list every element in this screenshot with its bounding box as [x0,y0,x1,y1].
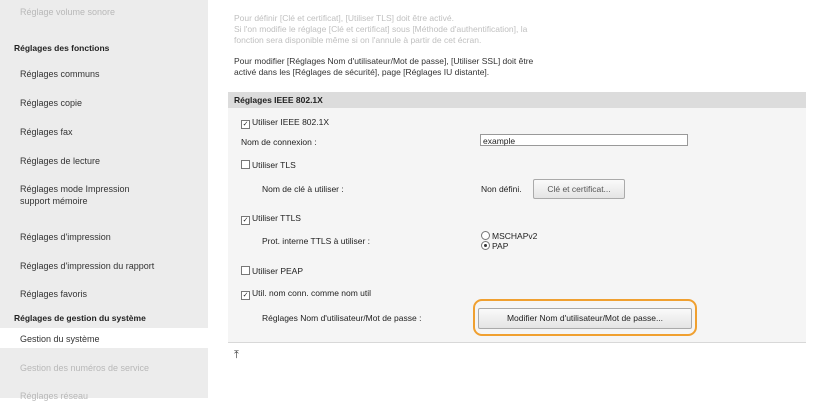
checkbox-checked-icon: ✓ [241,216,250,225]
note-line-2: Si l'on modifie le réglage [Clé et certi… [234,24,528,34]
checkbox-checked-icon: ✓ [241,120,250,129]
sidebar-section-functions: Réglages des fonctions [14,43,110,53]
use-peap-checkbox[interactable]: Utiliser PEAP [241,266,303,276]
sidebar-item-print[interactable]: Réglages d'impression [20,231,111,243]
note-line-1: Pour définir [Clé et certificat], [Utili… [234,13,454,23]
ttls-protocol-label: Prot. interne TTLS à utiliser : [262,236,371,246]
sidebar-item-system-management[interactable]: Gestion du système [20,333,100,345]
sidebar-item-memory-print-line1: Réglages mode Impression [20,184,130,194]
use-ieee-checkbox[interactable]: ✓ Utiliser IEEE 802.1X [241,117,329,129]
checkbox-checked-icon: ✓ [241,291,250,300]
scroll-to-top-icon[interactable]: ⤒ [234,349,239,362]
radio-selected-icon [481,241,490,250]
ttls-option-pap[interactable]: PAP [481,241,508,251]
credentials-label: Réglages Nom d'utilisateur/Mot de passe … [262,313,422,323]
use-tls-checkbox[interactable]: Utiliser TLS [241,160,296,170]
use-login-as-user-checkbox[interactable]: ✓ Util. nom conn. comme nom util [241,288,371,300]
sidebar-item-report-print[interactable]: Réglages d'impression du rapport [20,260,154,272]
sidebar-section-system: Réglages de gestion du système [14,313,146,323]
sidebar-item-memory-print-line2: support mémoire [20,196,88,206]
login-name-input[interactable]: example [480,134,688,146]
divider [228,342,806,343]
sidebar-item-service-numbers[interactable]: Gestion des numéros de service [20,362,149,374]
checkbox-empty-icon [241,160,250,169]
sidebar-item-copy[interactable]: Réglages copie [20,97,82,109]
panel-title: Réglages IEEE 802.1X [228,92,806,108]
key-certificate-button[interactable]: Clé et certificat... [533,179,625,199]
sidebar-item-fax[interactable]: Réglages fax [20,126,73,138]
note-line-5: activé dans les [Réglages de sécurité], … [234,67,490,77]
radio-empty-icon [481,231,490,240]
sidebar-item-volume[interactable]: Réglage volume sonore [20,6,115,18]
sidebar-item-common[interactable]: Réglages communs [20,68,100,80]
edit-credentials-button[interactable]: Modifier Nom d'utilisateur/Mot de passe.… [478,308,692,329]
sidebar-item-network[interactable]: Réglages réseau [20,390,88,402]
key-label: Nom de clé à utiliser : [262,184,344,194]
sidebar-item-memory-print[interactable]: Réglages mode Impression support mémoire [20,183,130,207]
ttls-option-mschapv2[interactable]: MSCHAPv2 [481,231,537,241]
sidebar-item-scan[interactable]: Réglages de lecture [20,155,100,167]
login-label: Nom de connexion : [241,137,317,147]
note-line-3: fonction sera disponible même si on l'an… [234,35,482,45]
use-ttls-checkbox[interactable]: ✓ Utiliser TTLS [241,213,301,225]
sidebar: Réglage volume sonore Réglages des fonct… [0,0,208,401]
sidebar-item-favorites[interactable]: Réglages favoris [20,288,87,300]
key-value: Non défini. [481,184,522,194]
checkbox-empty-icon [241,266,250,275]
note-line-4: Pour modifier [Réglages Nom d'utilisateu… [234,56,534,66]
